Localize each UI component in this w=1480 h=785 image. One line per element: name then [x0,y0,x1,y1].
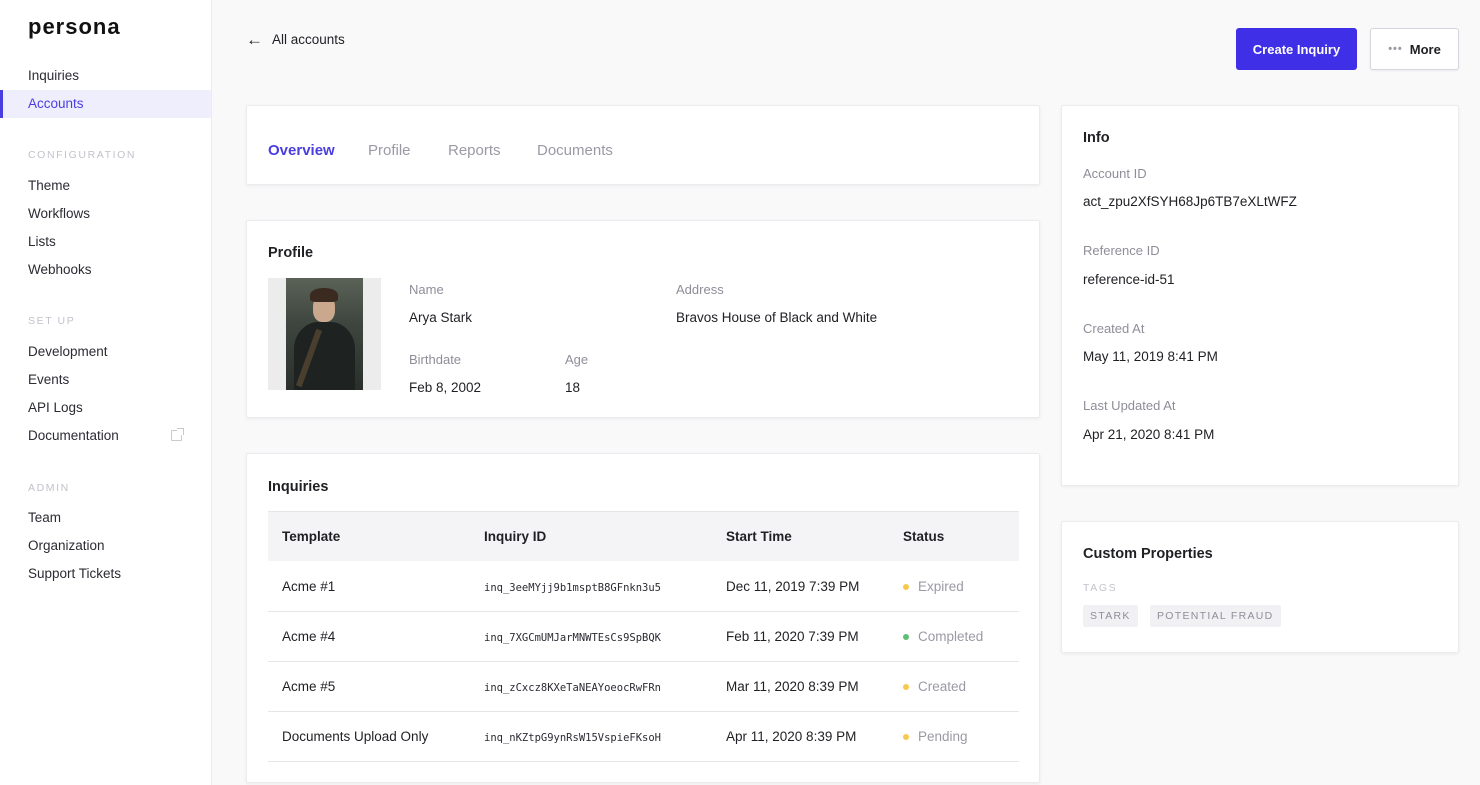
row-template: Documents Upload Only [282,729,429,744]
address-value: Bravos House of Black and White [676,310,878,325]
status-badge: Completed [903,629,983,644]
address-label: Address [676,282,724,297]
tab-overview[interactable]: Overview [268,142,335,159]
row-start-time: Apr 11, 2020 8:39 PM [726,729,857,744]
row-start-time: Mar 11, 2020 8:39 PM [726,679,859,694]
profile-title: Profile [268,245,314,261]
profile-card: Profile Name Arya Stark Address Bravos H… [246,220,1040,418]
more-dots-icon: ••• [1388,43,1403,55]
sidebar-item-api-logs[interactable]: API Logs [0,394,211,422]
inquiries-card: Inquiries Template Inquiry ID Start Time… [246,453,1040,783]
sidebar-item-theme[interactable]: Theme [0,172,211,200]
sidebar-item-workflows[interactable]: Workflows [0,200,211,228]
row-inquiry-id: inq_7XGCmUMJarMNWTEsCs9SpBQK [484,632,662,644]
info-card: Info Account ID act_zpu2XfSYH68Jp6TB7eXL… [1061,105,1459,486]
tag-badge[interactable]: POTENTIAL FRAUD [1150,605,1281,627]
sidebar-item-lists[interactable]: Lists [0,228,211,256]
sidebar-item-label: Documentation [28,428,119,443]
status-dot-icon [903,583,909,590]
external-link-icon [171,428,184,441]
account-id-label: Account ID [1083,166,1147,181]
sidebar-item-inquiries[interactable]: Inquiries [0,62,211,90]
status-badge: Expired [903,579,964,594]
updated-at-value: Apr 21, 2020 8:41 PM [1083,427,1215,442]
back-link-label: All accounts [272,32,345,47]
sidebar-item-events[interactable]: Events [0,366,211,394]
row-inquiry-id: inq_nKZtpG9ynRsW15VspieFKsoH [484,732,662,744]
column-header-status[interactable]: Status [903,529,944,544]
inquiries-table-header: Template Inquiry ID Start Time Status [268,511,1019,561]
column-header-template[interactable]: Template [282,529,340,544]
create-inquiry-button[interactable]: Create Inquiry [1236,28,1357,70]
sidebar-item-documentation[interactable]: Documentation [0,422,211,450]
account-id-value: act_zpu2XfSYH68Jp6TB7eXLtWFZ [1083,194,1297,209]
sidebar-item-support-tickets[interactable]: Support Tickets [0,560,211,588]
more-button-label: More [1409,41,1441,57]
created-at-label: Created At [1083,321,1145,336]
birthdate-label: Birthdate [409,352,462,367]
sidebar-section-admin: ADMIN [28,482,70,494]
tags-label: TAGS [1083,582,1118,594]
status-badge: Created [903,679,966,694]
age-value: 18 [565,380,581,395]
profile-photo [268,278,381,390]
info-title: Info [1083,130,1110,146]
created-at-value: May 11, 2019 8:41 PM [1083,349,1218,364]
name-label: Name [409,282,444,297]
sidebar-item-development[interactable]: Development [0,338,211,366]
back-to-accounts-link[interactable]: ← All accounts [246,30,345,50]
sidebar-item-accounts[interactable]: Accounts [0,90,211,118]
sidebar-section-configuration: CONFIGURATION [28,149,137,161]
row-template: Acme #5 [282,679,336,694]
status-label: Pending [918,729,968,744]
profile-photo-image [286,278,363,390]
tag-badge[interactable]: STARK [1083,605,1138,627]
reference-id-label: Reference ID [1083,243,1160,258]
sidebar-item-webhooks[interactable]: Webhooks [0,256,211,284]
birthdate-value: Feb 8, 2002 [409,380,482,395]
row-start-time: Feb 11, 2020 7:39 PM [726,629,859,644]
more-button[interactable]: ••• More [1370,28,1459,70]
table-row[interactable]: Acme #5 inq_zCxcz8KXeTaNEAYoeocRwFRn Mar… [268,662,1019,712]
row-inquiry-id: inq_3eeMYjj9b1msptB8GFnkn3u5 [484,582,662,594]
arrow-left-icon: ← [246,30,263,49]
age-label: Age [565,352,589,367]
sidebar-section-setup: SET UP [28,315,76,327]
column-header-start-time[interactable]: Start Time [726,529,792,544]
name-value: Arya Stark [409,310,473,325]
inquiries-title: Inquiries [268,479,329,495]
sidebar-item-organization[interactable]: Organization [0,532,211,560]
tab-documents[interactable]: Documents [537,142,613,159]
table-row[interactable]: Documents Upload Only inq_nKZtpG9ynRsW15… [268,712,1019,762]
custom-properties-title: Custom Properties [1083,546,1213,562]
row-inquiry-id: inq_zCxcz8KXeTaNEAYoeocRwFRn [484,682,662,694]
tab-profile[interactable]: Profile [368,142,411,159]
status-dot-icon [903,733,909,740]
column-header-inquiry-id[interactable]: Inquiry ID [484,529,546,544]
updated-at-label: Last Updated At [1083,398,1176,413]
row-start-time: Dec 11, 2019 7:39 PM [726,579,860,594]
table-row[interactable]: Acme #1 inq_3eeMYjj9b1msptB8GFnkn3u5 Dec… [268,562,1019,612]
sidebar-item-team[interactable]: Team [0,504,211,532]
tabs-card: Overview Profile Reports Documents [246,105,1040,185]
custom-properties-card: Custom Properties TAGS STARK POTENTIAL F… [1061,521,1459,653]
status-dot-icon [903,633,909,640]
status-label: Expired [918,579,964,594]
status-badge: Pending [903,729,968,744]
row-template: Acme #1 [282,579,336,594]
status-label: Completed [918,629,984,644]
status-label: Created [918,679,967,694]
tab-reports[interactable]: Reports [448,142,501,159]
reference-id-value: reference-id-51 [1083,272,1175,287]
status-dot-icon [903,683,909,690]
table-row[interactable]: Acme #4 inq_7XGCmUMJarMNWTEsCs9SpBQK Feb… [268,612,1019,662]
sidebar: persona Inquiries Accounts CONFIGURATION… [0,0,212,785]
persona-logo[interactable]: persona [28,14,121,40]
row-template: Acme #4 [282,629,336,644]
